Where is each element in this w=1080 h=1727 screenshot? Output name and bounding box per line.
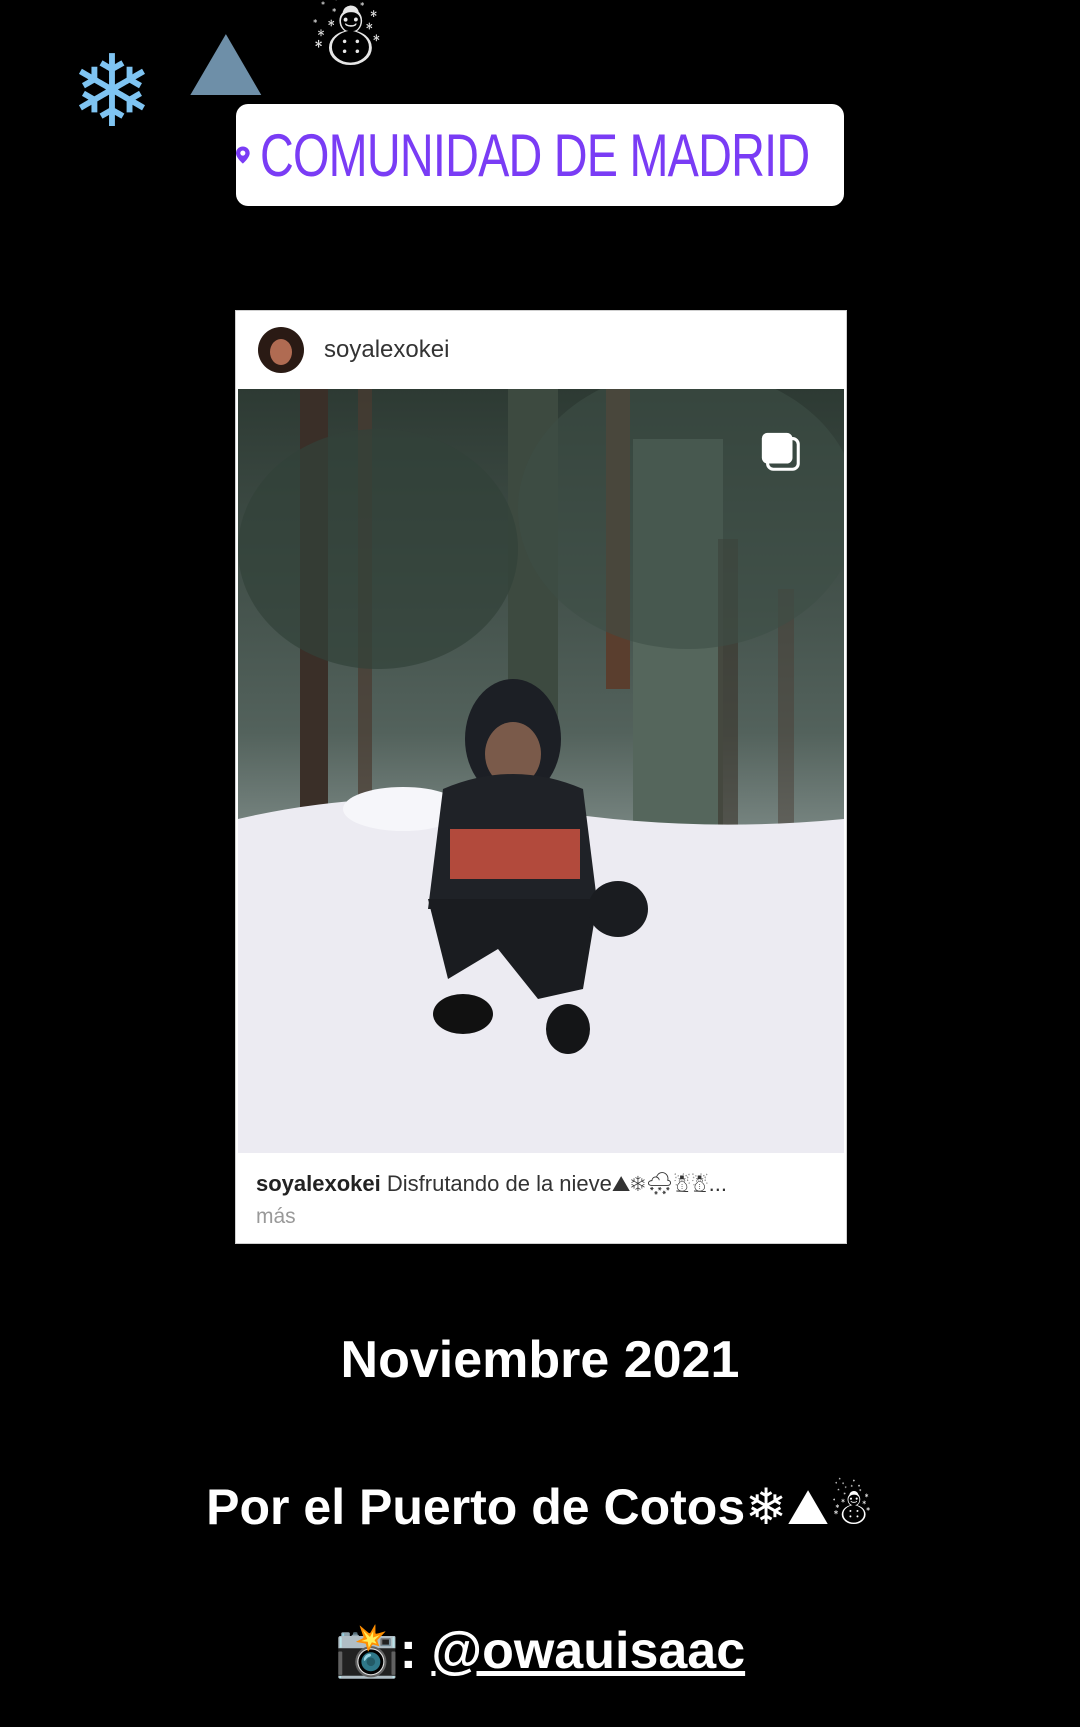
story-date-text: Noviembre 2021 — [340, 1331, 740, 1389]
camera-icon: 📸 — [334, 1621, 400, 1681]
snow-forest-photo — [238, 389, 844, 1153]
caption-username[interactable]: soyalexokei — [256, 1171, 381, 1196]
snowman-icon: ☃ — [306, 0, 387, 87]
mountain-icon: ⛰ — [188, 12, 264, 117]
post-username[interactable]: soyalexokei — [324, 336, 449, 364]
mention-link[interactable]: @owauisaac — [431, 1622, 745, 1680]
location-name: COMUNIDAD DE MADRID — [259, 121, 810, 189]
location-pin-icon — [236, 146, 250, 164]
credit-separator: : — [399, 1622, 417, 1680]
place-emojis: ❄⛰☃ — [745, 1478, 874, 1536]
post-caption: soyalexokei Disfrutando de la nieve⛰❄🌨☃☃… — [256, 1171, 826, 1229]
post-header: soyalexokei — [236, 311, 846, 389]
caption-text: Disfrutando de la nieve⛰❄🌨☃☃... — [386, 1171, 727, 1196]
photo-credit: 📸: @owauisaac — [0, 1620, 1080, 1681]
multiple-photos-icon — [761, 432, 800, 471]
snowflake-icon: ❄ — [70, 33, 154, 150]
shared-post-card[interactable]: soyalexokei soyalexokei Disfrutando de l… — [235, 310, 847, 1244]
post-photo[interactable] — [238, 389, 844, 1153]
avatar[interactable] — [258, 327, 304, 373]
more-link[interactable]: más — [256, 1205, 826, 1229]
story-place-text: Por el Puerto de Cotos❄⛰☃ — [0, 1478, 1080, 1537]
location-sticker[interactable]: COMUNIDAD DE MADRID — [236, 104, 844, 206]
place-name: Por el Puerto de Cotos — [206, 1479, 746, 1535]
